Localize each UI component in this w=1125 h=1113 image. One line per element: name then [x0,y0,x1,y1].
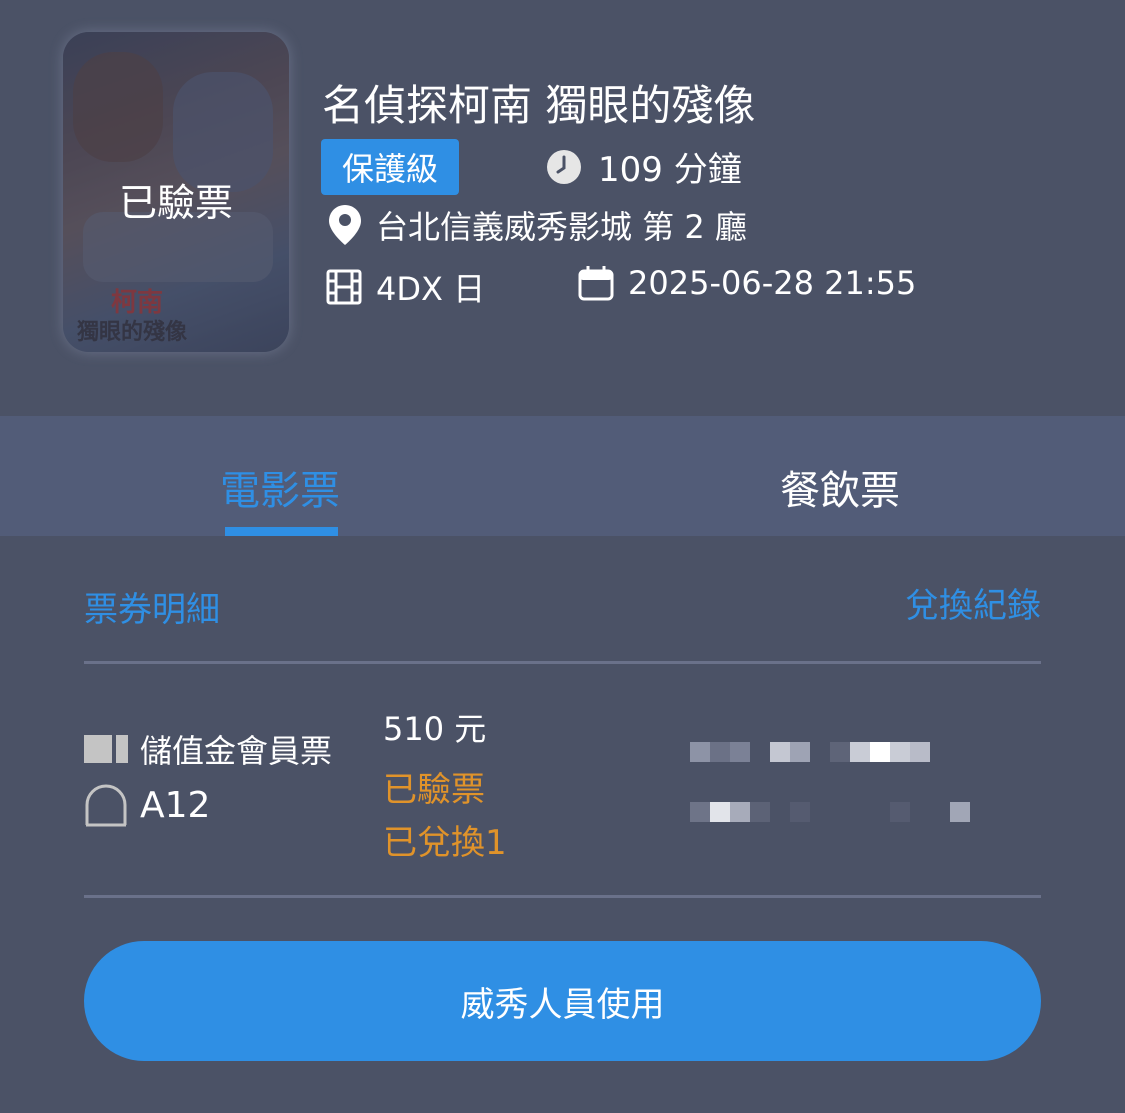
datetime-text: 2025-06-28 21:55 [628,264,917,302]
location-text: 台北信義威秀影城 第 2 廳 [376,208,747,246]
poster-checked-stamp: 已驗票 [118,181,233,225]
redemption-history-link[interactable]: 兌換紀錄 [905,578,1041,627]
location-row: 台北信義威秀影城 第 2 廳 [328,202,747,248]
tab-food-ticket[interactable]: 餐飲票 [780,458,900,516]
format-row: 4DX 日 [326,264,485,310]
datetime-row: 2025-06-28 21:55 [578,264,916,302]
ticket-tabs: 電影票 餐飲票 [0,416,1125,536]
calendar-icon [578,265,614,301]
staff-use-button[interactable]: 威秀人員使用 [84,941,1041,1061]
movie-header: 柯南 獨眼的殘像 已驗票 名偵探柯南 獨眼的殘像 保護級 109 分鐘 台北信義… [0,0,1125,415]
ticket-price: 510 元 [383,710,487,748]
ticket-icon [84,735,128,763]
divider [84,661,1041,664]
duration-row: 109 分鐘 [546,142,742,191]
film-icon [326,269,362,305]
divider [84,895,1041,898]
movie-title: 名偵探柯南 獨眼的殘像 [322,81,756,130]
seat-text: A12 [140,784,211,826]
ticket-checked-status: 已驗票 [383,770,485,810]
duration-text: 109 分鐘 [598,150,742,190]
tab-movie-ticket[interactable]: 電影票 [220,458,340,516]
location-pin-icon [328,204,362,246]
section-title: 票券明細 [84,590,220,630]
rating-badge: 保護級 [321,139,459,195]
active-tab-indicator [225,527,338,536]
format-text: 4DX 日 [376,270,486,308]
seat-row: A12 [84,783,210,827]
ticket-redeemed-status: 已兌換1 [383,823,507,863]
ticket-type-row: 儲值金會員票 [84,726,332,772]
seat-icon [84,783,128,827]
clock-icon [546,149,582,185]
movie-poster: 柯南 獨眼的殘像 已驗票 [63,32,289,352]
ticket-type-text: 儲值金會員票 [140,732,333,770]
